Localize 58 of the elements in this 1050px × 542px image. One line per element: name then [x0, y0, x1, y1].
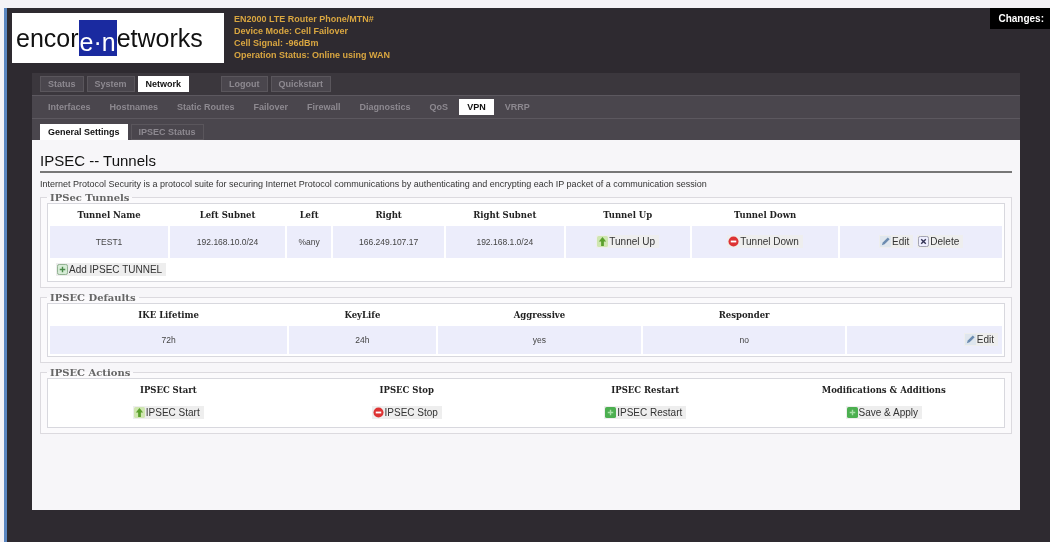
column-header: Tunnel Down: [732, 209, 798, 222]
tab[interactable]: General Settings: [40, 124, 128, 140]
pencil-icon: [880, 236, 892, 247]
changes-label: Changes:: [990, 8, 1050, 29]
column-header: IPSEC Start: [139, 385, 197, 395]
stop-icon: [728, 236, 740, 247]
stop-icon: [372, 407, 384, 418]
page-title: IPSEC -- Tunnels: [40, 148, 1012, 173]
edit-button[interactable]: Edit: [963, 333, 998, 346]
column-header: Tunnel Name: [76, 209, 142, 222]
action-button[interactable]: IPSEC Restart: [604, 406, 687, 419]
action-button[interactable]: Tunnel Up: [596, 235, 660, 248]
action-button[interactable]: IPSEC Start: [132, 406, 204, 419]
column-header: IKE Lifetime: [137, 309, 200, 322]
tab[interactable]: Network: [137, 76, 190, 92]
column-header: Right Subnet: [472, 209, 538, 222]
pencil-icon: [964, 334, 976, 345]
restart-icon: [605, 407, 617, 418]
table-cell: 166.249.107.17: [333, 226, 444, 258]
action-button[interactable]: IPSEC Stop: [371, 406, 442, 419]
status-line: Cell Signal: -96dBm: [234, 37, 320, 49]
panel-legend: IPSec Tunnels: [47, 192, 133, 203]
column-header: Modifications & Additions: [821, 385, 946, 395]
table-cell: 192.168.1.0/24: [445, 226, 564, 258]
panel-legend: IPSEC Actions: [47, 367, 134, 378]
delete-icon: [918, 236, 930, 247]
column-header: Left Subnet: [198, 209, 257, 222]
column-header: Left: [298, 209, 320, 222]
column-header: Responder: [717, 309, 771, 322]
status-line: Operation Status: Online using WAN: [234, 49, 390, 61]
table-cell: %any: [286, 226, 332, 258]
logo: encore·networks: [12, 13, 224, 63]
status-line: EN2000 LTE Router Phone/MTN#: [234, 13, 375, 25]
panel-legend: IPSEC Defaults: [47, 292, 139, 303]
edit-button[interactable]: Edit: [879, 235, 914, 248]
column-header: Aggressive: [512, 309, 567, 322]
table-cell: no: [643, 326, 845, 354]
table-cell: 192.168.10.0/24: [170, 226, 285, 258]
add-icon: [57, 264, 68, 275]
action-button[interactable]: Add IPSEC TUNNEL: [56, 263, 167, 276]
action-button[interactable]: Tunnel Down: [727, 235, 803, 248]
tab[interactable]: VPN: [459, 99, 494, 115]
delete-button[interactable]: Delete: [917, 235, 964, 248]
column-header: KeyLife: [343, 309, 382, 322]
table-cell: 24h: [289, 326, 436, 354]
save-icon: [846, 407, 858, 418]
table-cell: 72h: [50, 326, 288, 354]
column-header: Tunnel Up: [602, 209, 654, 222]
action-button[interactable]: Save & Apply: [845, 406, 922, 419]
table-cell: yes: [437, 326, 642, 354]
column-header: IPSEC Restart: [611, 385, 680, 395]
table-cell: TEST1: [50, 226, 169, 258]
arrow-up-icon: [597, 236, 609, 247]
arrow-up-icon: [133, 407, 145, 418]
column-header: Right: [374, 209, 403, 222]
status-line: Device Mode: Cell Failover: [234, 25, 350, 37]
column-header: IPSEC Stop: [379, 385, 434, 395]
description: Internet Protocol Security is a protocol suite for securing Internet Protocol communications by authenticating and encrypting each IP packet of a communication session: [40, 179, 708, 189]
